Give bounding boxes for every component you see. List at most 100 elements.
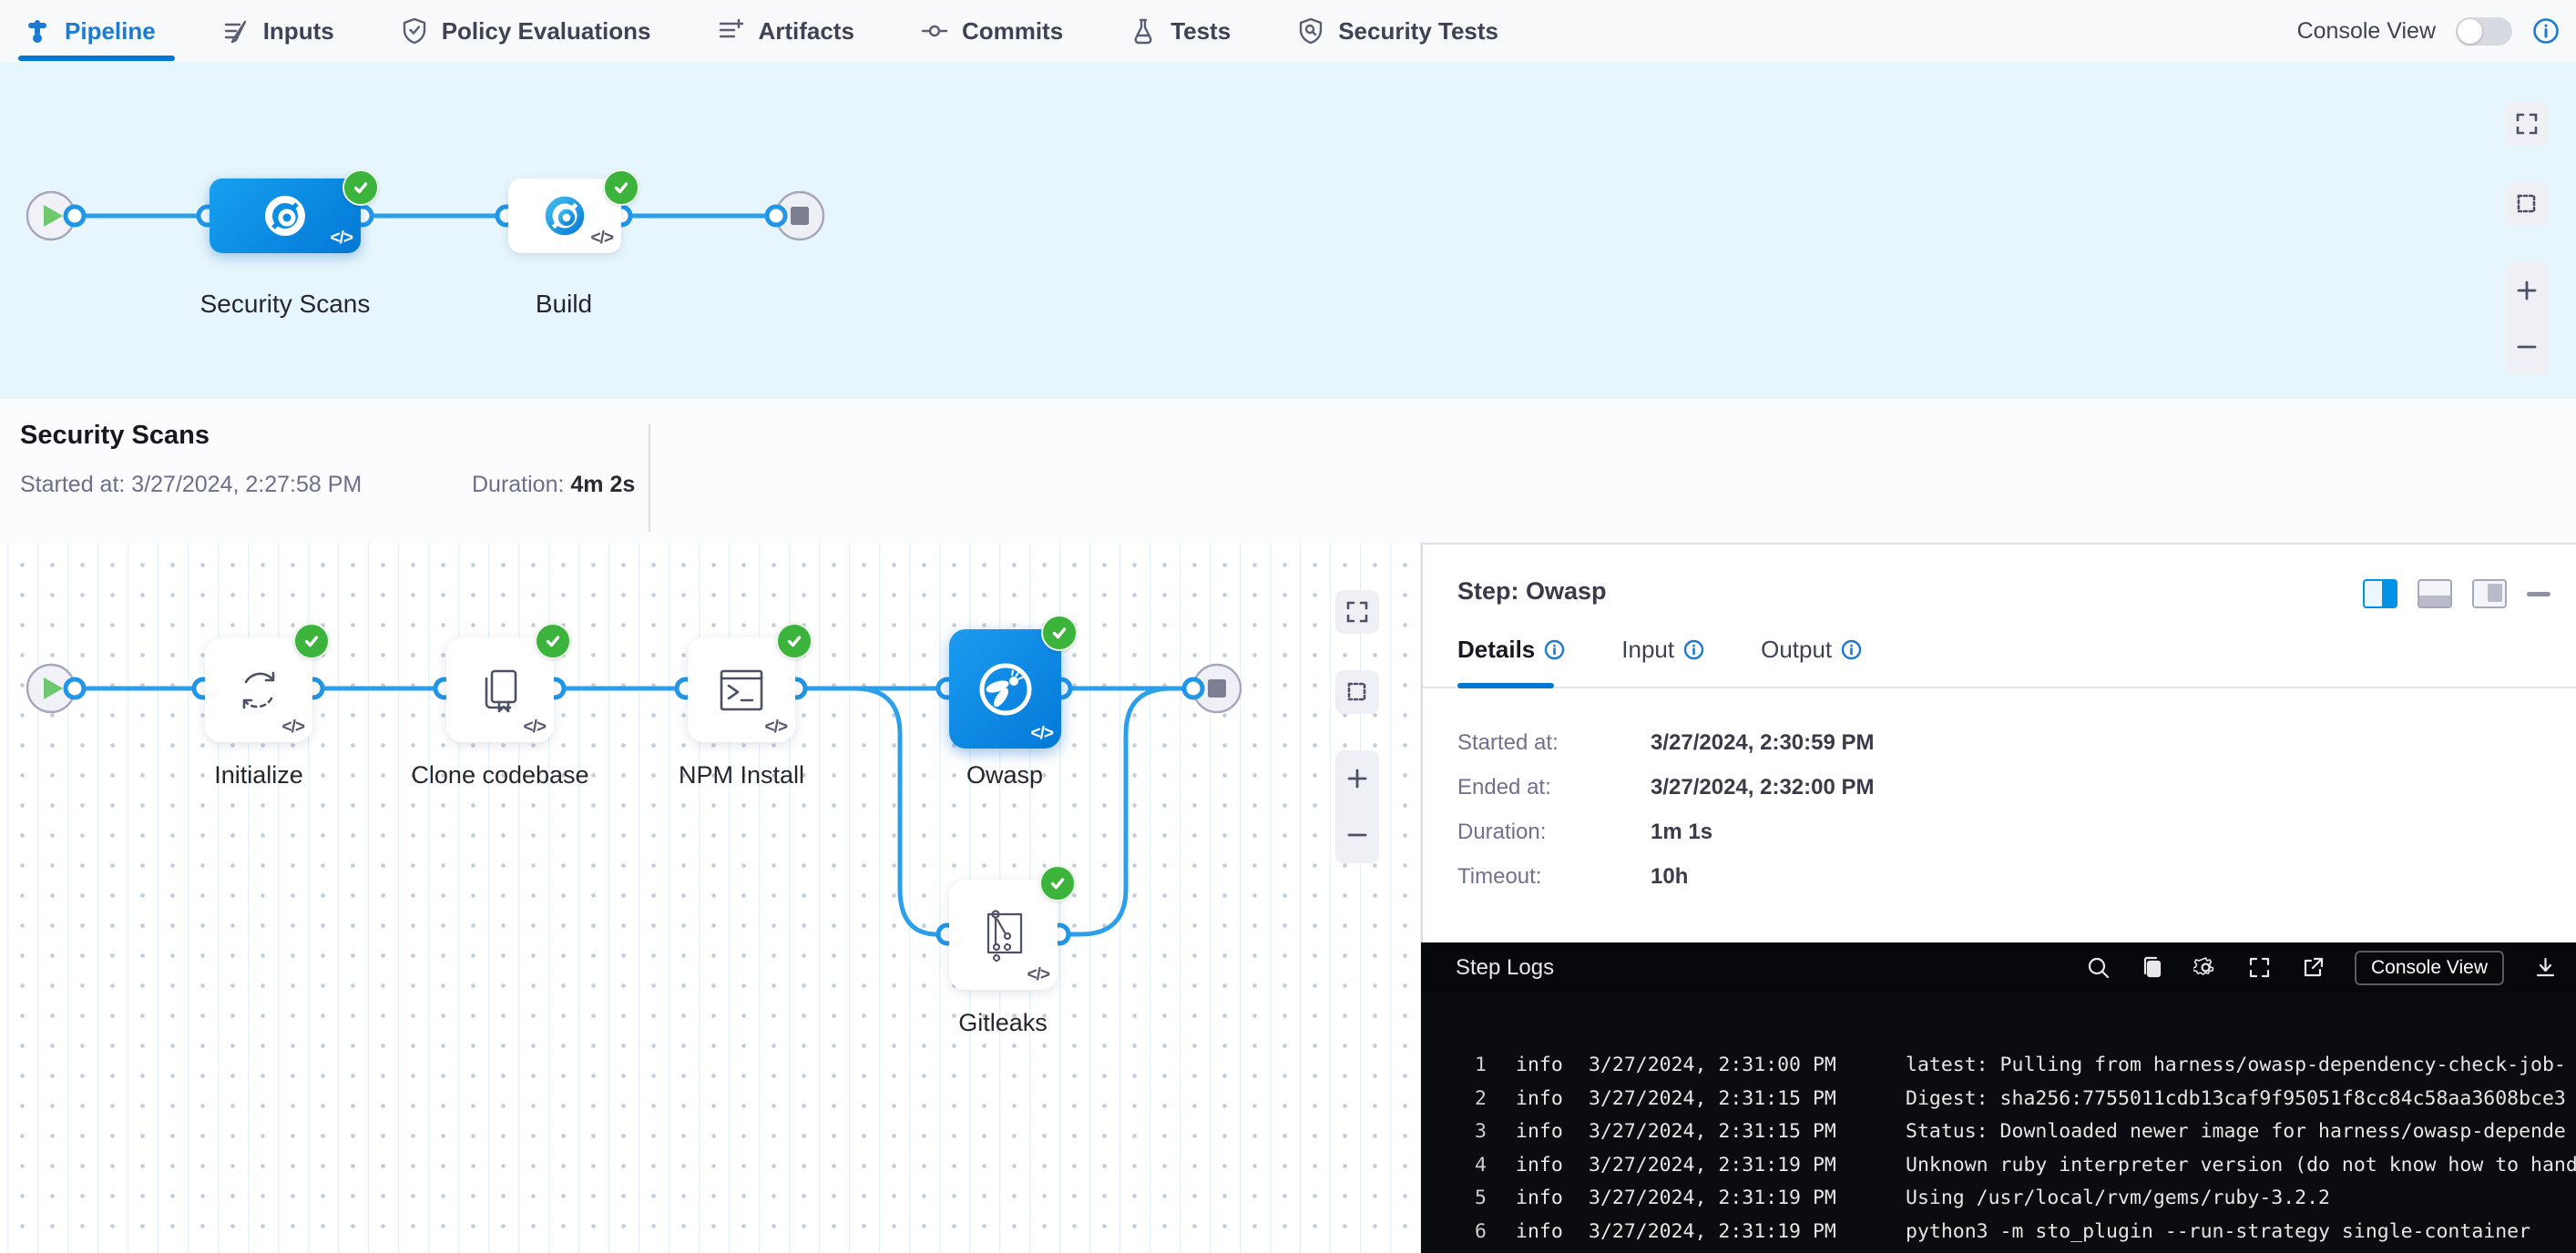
log-timestamp: 3/27/2024, 2:31:19 PM <box>1589 1149 1884 1183</box>
step-label[interactable]: Initialize <box>122 761 395 789</box>
fullscreen-button[interactable] <box>2505 102 2549 146</box>
layout-right-panel-button[interactable] <box>2363 579 2397 608</box>
log-timestamp: 3/27/2024, 2:31:19 PM <box>1589 1216 1884 1249</box>
success-badge <box>1041 615 1078 651</box>
tab-artifacts[interactable]: Artifacts <box>716 16 854 46</box>
stage-duration: Duration: 4m 2s <box>472 472 635 498</box>
marquee-select-button[interactable] <box>2505 182 2549 226</box>
copy-icon[interactable] <box>2140 955 2164 980</box>
tests-flask-icon <box>1129 16 1158 46</box>
log-line-number: 5 <box>1454 1182 1487 1216</box>
step-node-clone-codebase[interactable]: </> <box>446 637 554 742</box>
detail-label: Ended at: <box>1457 775 1651 800</box>
policy-shield-icon <box>400 16 429 46</box>
step-node-initialize[interactable]: </> <box>205 637 312 742</box>
zoom-controls <box>1335 750 1379 863</box>
ci-stage-icon <box>539 190 590 241</box>
fullscreen-button[interactable] <box>1335 590 1379 634</box>
stage-label[interactable]: Security Scans <box>167 290 404 319</box>
zoom-out-button[interactable] <box>2515 335 2539 359</box>
info-icon <box>1841 639 1862 660</box>
log-level: info <box>1516 1216 1576 1249</box>
tab-inputs[interactable]: Inputs <box>221 16 334 46</box>
success-badge <box>535 623 571 659</box>
step-node-npm-install[interactable]: </> <box>688 637 795 742</box>
step-logs-body[interactable]: 1 info 3/27/2024, 2:31:00 PM latest: Pul… <box>1421 993 2576 1253</box>
detail-value: 10h <box>1651 864 1875 890</box>
tab-input[interactable]: Input <box>1621 636 1704 664</box>
code-glyph: </> <box>1031 724 1053 744</box>
zoom-in-button[interactable] <box>2515 279 2539 302</box>
tab-pipeline[interactable]: Pipeline <box>23 16 156 46</box>
owasp-icon <box>973 657 1038 722</box>
step-node-owasp[interactable]: </> <box>949 629 1061 749</box>
npm-install-icon <box>714 664 769 717</box>
tab-label: Commits <box>962 17 1063 46</box>
console-view-button[interactable]: Console View <box>2355 951 2504 985</box>
toggle-knob <box>2458 19 2482 44</box>
log-message: python3 -m sto_plugin --run-strategy sin… <box>1906 1216 2530 1249</box>
detail-value: 3/27/2024, 2:30:59 PM <box>1651 730 1875 756</box>
inputs-icon <box>221 16 250 46</box>
tab-details[interactable]: Details <box>1457 636 1565 664</box>
log-line-number: 3 <box>1454 1115 1487 1149</box>
marquee-select-button[interactable] <box>1335 670 1379 714</box>
commits-icon <box>920 16 949 46</box>
tab-label: Pipeline <box>65 17 156 46</box>
log-timestamp: 3/27/2024, 2:31:00 PM <box>1589 1049 1884 1083</box>
log-message: latest: Pulling from harness/owasp-depen… <box>1906 1049 2566 1083</box>
code-glyph: </> <box>331 229 353 249</box>
tab-label: Input <box>1621 636 1674 664</box>
step-label[interactable]: NPM Install <box>605 761 878 789</box>
log-line-number: 1 <box>1454 1049 1487 1083</box>
info-icon <box>1683 639 1704 660</box>
info-icon[interactable] <box>2532 17 2560 45</box>
console-view-toggle[interactable] <box>2456 17 2512 46</box>
open-in-new-icon[interactable] <box>2301 955 2326 980</box>
tab-security-tests[interactable]: Security Tests <box>1296 16 1498 46</box>
log-message: Using /usr/local/rvm/gems/ruby-3.2.2 <box>1906 1182 2330 1216</box>
layout-bottom-panel-button[interactable] <box>2418 579 2452 608</box>
log-line: 3 info 3/27/2024, 2:31:15 PM Status: Dow… <box>1454 1115 2576 1149</box>
download-icon[interactable] <box>2533 955 2558 980</box>
log-level: info <box>1516 1115 1576 1149</box>
tab-label: Output <box>1761 636 1832 664</box>
active-tab-underline <box>18 56 175 61</box>
tab-tests[interactable]: Tests <box>1129 16 1231 46</box>
step-node-gitleaks[interactable]: </> <box>949 880 1058 990</box>
log-line: 4 info 3/27/2024, 2:31:19 PM Unknown rub… <box>1454 1149 2576 1183</box>
step-label[interactable]: Owasp <box>868 761 1141 789</box>
tab-label: Tests <box>1170 17 1231 46</box>
tab-policy-evaluations[interactable]: Policy Evaluations <box>400 16 651 46</box>
detail-label: Started at: <box>1457 730 1651 756</box>
active-tab-underline <box>1457 683 1554 688</box>
search-icon[interactable] <box>2086 955 2111 980</box>
minimize-panel-button[interactable] <box>2527 592 2550 596</box>
tab-output[interactable]: Output <box>1761 636 1862 664</box>
log-level: info <box>1516 1049 1576 1083</box>
code-glyph: </> <box>282 718 304 738</box>
tab-commits[interactable]: Commits <box>920 16 1063 46</box>
log-level: info <box>1516 1149 1576 1183</box>
zoom-controls <box>2505 262 2549 375</box>
zoom-out-button[interactable] <box>1345 823 1369 847</box>
settings-gear-icon[interactable] <box>2193 955 2218 980</box>
tab-label: Inputs <box>263 17 334 46</box>
stage-node-security-scans[interactable]: </> <box>210 178 361 253</box>
step-graph-canvas[interactable]: </> </> </> <box>0 543 1421 1253</box>
layout-floating-panel-button[interactable] <box>2472 579 2507 608</box>
log-timestamp: 3/27/2024, 2:31:15 PM <box>1589 1115 1884 1149</box>
step-logs-title: Step Logs <box>1456 955 1554 981</box>
step-label[interactable]: Clone codebase <box>363 761 637 789</box>
stage-info-bar: Security Scans Started at: 3/27/2024, 2:… <box>0 399 2576 545</box>
success-badge <box>603 169 639 206</box>
zoom-in-button[interactable] <box>1345 767 1369 790</box>
fullscreen-icon[interactable] <box>2247 955 2272 980</box>
tab-label: Details <box>1457 636 1535 664</box>
stage-graph-canvas[interactable]: </> </> Security Scans Build <box>0 62 2576 399</box>
detail-value: 3/27/2024, 2:32:00 PM <box>1651 775 1875 800</box>
log-message: Unknown ruby interpreter version (do not… <box>1906 1149 2576 1183</box>
stage-label[interactable]: Build <box>445 290 682 319</box>
step-label[interactable]: Gitleaks <box>866 1009 1140 1037</box>
stage-info-title: Security Scans <box>20 421 210 451</box>
